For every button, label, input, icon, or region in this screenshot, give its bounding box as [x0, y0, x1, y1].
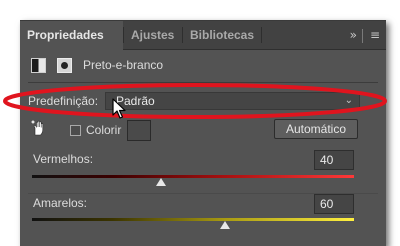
- tab-adjustments[interactable]: Ajustes: [124, 21, 181, 49]
- colorize-label: Colorir: [86, 123, 122, 137]
- yellows-slider-track[interactable]: [32, 218, 354, 221]
- yellows-slider-label: Amarelos:: [33, 196, 88, 210]
- reds-slider-track[interactable]: [32, 175, 354, 178]
- black-white-adjustment-icon: [31, 58, 46, 73]
- auto-button[interactable]: Automático: [274, 119, 358, 139]
- reds-value-field[interactable]: 40: [314, 150, 354, 170]
- reds-slider-label: Vermelhos:: [33, 152, 94, 166]
- tint-color-swatch[interactable]: [127, 120, 151, 141]
- panel-controls: » ≡: [346, 21, 380, 49]
- chevron-down-icon: ⌄: [344, 95, 353, 106]
- section-divider: [28, 82, 378, 83]
- yellows-slider-thumb[interactable]: [220, 221, 231, 229]
- tab-libraries[interactable]: Bibliotecas: [183, 21, 261, 49]
- mouse-pointer-icon: [112, 98, 126, 119]
- panel-menu-icon[interactable]: ≡: [370, 21, 380, 49]
- tab-properties[interactable]: Propriedades: [20, 21, 123, 50]
- properties-panel: Propriedades Ajustes Bibliotecas » ≡ Pret…: [20, 20, 386, 246]
- tab-separator: [261, 27, 262, 43]
- yellows-value-field[interactable]: 60: [314, 194, 354, 214]
- preset-dropdown[interactable]: Padrão ⌄: [105, 92, 360, 110]
- preset-label: Predefinição:: [28, 94, 99, 108]
- panel-tab-bar: Propriedades Ajustes Bibliotecas » ≡: [20, 21, 386, 50]
- targeted-adjustment-hand-icon[interactable]: [30, 119, 48, 137]
- colorize-checkbox[interactable]: [70, 125, 81, 136]
- screenshot-canvas: Propriedades Ajustes Bibliotecas » ≡ Pret…: [0, 0, 400, 246]
- collapse-panel-icon[interactable]: »: [350, 21, 357, 49]
- controls-divider: [361, 28, 363, 43]
- reds-slider-thumb[interactable]: [155, 178, 166, 186]
- layer-mask-icon[interactable]: [57, 58, 72, 73]
- adjustment-title: Preto-e-branco: [83, 58, 164, 72]
